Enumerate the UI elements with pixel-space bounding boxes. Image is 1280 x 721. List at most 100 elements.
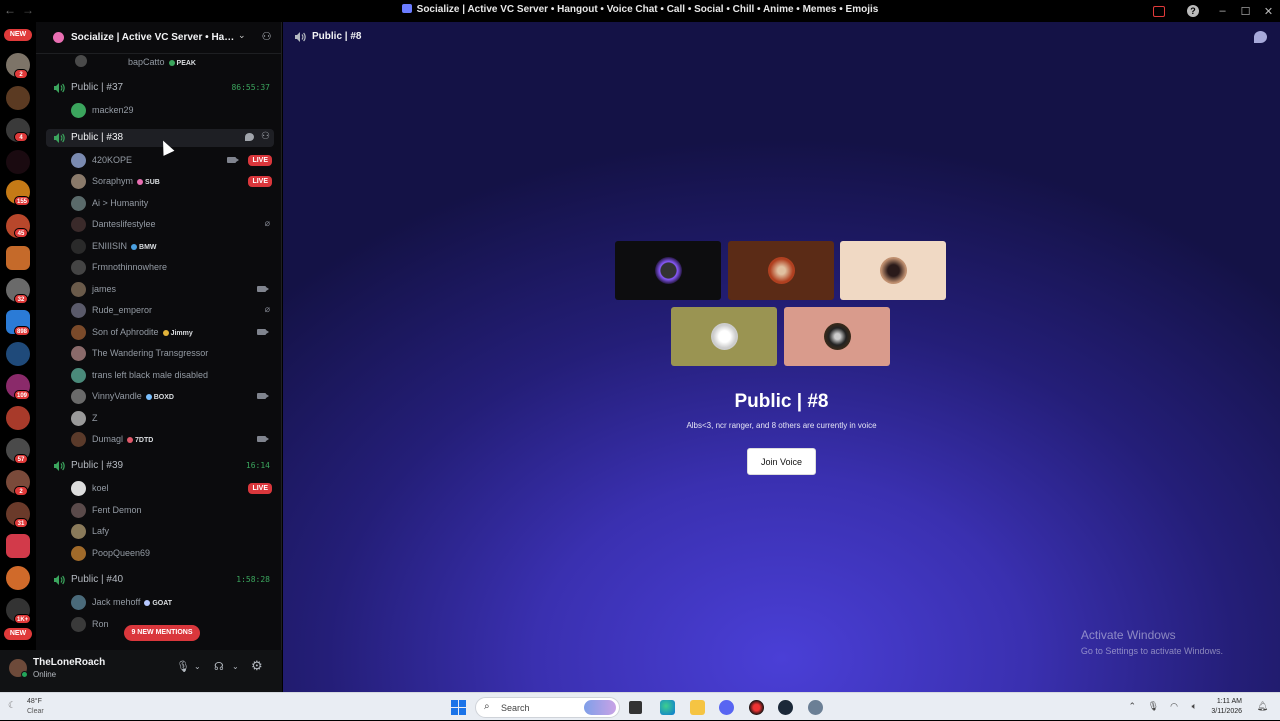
avatar [71,239,86,254]
minimize-button[interactable]: – [1211,5,1234,17]
chevron-down-icon[interactable]: ⌄ [194,662,201,671]
speaker-icon [54,83,65,93]
new-mentions-pill[interactable]: 9 NEW MENTIONS [124,625,200,641]
server-icon[interactable] [6,150,30,174]
avatar [71,282,86,297]
voice-channel[interactable]: Public | #39 16:14 [46,457,274,475]
server-icon[interactable] [6,246,30,270]
steam-icon[interactable] [778,700,793,715]
mention-badge: 109 [14,390,31,400]
avatar [71,503,86,518]
participant-tile[interactable] [615,241,721,300]
headphones-icon[interactable]: ☊ [214,660,224,673]
settings-app-icon[interactable] [808,700,823,715]
discord-icon[interactable] [719,700,734,715]
chevron-down-icon[interactable]: ⌄ [238,30,246,41]
voice-user[interactable]: james [66,280,274,298]
participant-tile[interactable] [671,307,777,366]
voice-user[interactable]: Soraphym SUB LIVE [66,172,274,190]
voice-user[interactable]: Jack mehoff GOAT [66,593,274,611]
avatar [71,217,86,232]
gear-icon[interactable]: ⚙ [251,658,263,674]
chevron-down-icon[interactable]: ⌄ [232,662,239,671]
wifi-icon[interactable]: ◠ [1170,701,1178,712]
edge-icon[interactable] [660,700,675,715]
maximize-button[interactable]: ☐ [1234,5,1257,18]
user-name: ENIIISIN BMW [92,241,157,251]
join-voice-button[interactable]: Join Voice [747,448,816,475]
server-icon[interactable] [6,534,30,558]
mention-badge: 1K+ [14,614,32,624]
add-member-icon[interactable]: ⚇ [260,31,273,44]
task-view-icon[interactable] [629,701,642,714]
server-icon[interactable] [6,86,30,110]
voice-user[interactable]: VinnyVandle BOXD [66,387,274,405]
volume-icon[interactable]: 🔈︎ [1192,701,1197,712]
mic-icon[interactable]: 🎙︎ [1148,701,1159,712]
voice-user[interactable]: Dumagl 7DTD [66,430,274,448]
chat-icon[interactable] [245,133,254,141]
windows-start-icon[interactable] [451,700,466,715]
inbox-icon[interactable] [1153,5,1165,17]
voice-user[interactable]: koel LIVE [66,479,274,497]
user-tag: BMW [131,244,157,251]
participant-tile[interactable] [784,307,890,366]
voice-user[interactable]: Frmnothinnowhere [66,258,274,276]
chat-icon[interactable] [1254,31,1267,43]
guild-header[interactable]: Socialize | Active VC Server • Han... ⌄ … [36,22,282,54]
discord-window: ← → Socialize | Active VC Server • Hango… [0,0,1280,692]
participant-tile[interactable] [840,241,946,300]
avatar [71,153,86,168]
voice-user[interactable]: bapCatto PEAK [66,53,274,71]
file-explorer-icon[interactable] [690,700,705,715]
notification-bell-icon[interactable]: 🔔︎ [1257,701,1268,712]
voice-channel[interactable]: Public | #37 86:55:37 [46,79,274,97]
user-name: Soraphym SUB [92,176,160,186]
clock-time[interactable]: 1:11 AM [1217,698,1242,705]
app-icon[interactable] [749,700,764,715]
voice-user[interactable]: PoopQueen69 [66,544,274,562]
server-icon[interactable] [6,406,30,430]
clock-date[interactable]: 3/11/2026 [1211,708,1242,715]
participant-tile[interactable] [728,241,834,300]
user-name: bapCatto PEAK [128,57,196,67]
mention-badge: 155 [14,196,31,206]
voice-user[interactable]: Rude_emperor ⌀ [66,301,274,319]
avatar [71,389,86,404]
close-button[interactable]: ✕ [1257,5,1280,18]
microphone-icon[interactable]: 🎙︎ [176,660,190,673]
voice-user[interactable]: Son of Aphrodite Jimmy [66,323,274,341]
title-bar: ← → Socialize | Active VC Server • Hango… [0,0,1280,22]
avatar [71,481,86,496]
participant-avatar [655,257,682,284]
voice-user[interactable]: Z [66,409,274,427]
voice-user[interactable]: ENIIISIN BMW [66,237,274,255]
channel-header: Public | #8 [283,22,1280,54]
temperature: 48°F [27,698,42,705]
moon-icon: ☾ [8,700,17,710]
voice-user[interactable]: The Wandering Transgressor [66,344,274,362]
voice-user[interactable]: Ai > Humanity [66,194,274,212]
user-name: Dumagl 7DTD [92,434,154,444]
help-icon[interactable]: ? [1187,5,1199,17]
guild-name: Socialize | Active VC Server • Han... [71,32,236,43]
window-controls: ? – ☐ ✕ [1143,0,1280,22]
invite-icon[interactable]: ⚇ [261,131,270,142]
server-icon[interactable] [6,342,30,366]
server-boost-icon [53,32,64,43]
taskbar-search[interactable]: ⌕ Search [475,697,620,718]
channel-timer: 16:14 [245,461,270,470]
participant-avatar [711,323,738,350]
user-tag: BOXD [145,394,174,401]
user-name: VinnyVandle BOXD [92,391,174,401]
voice-user[interactable]: Fent Demon [66,501,274,519]
voice-user[interactable]: trans left black male disabled [66,366,274,384]
voice-user[interactable]: 420KOPE LIVE [66,151,274,169]
server-icon[interactable] [6,566,30,590]
voice-user[interactable]: macken29 [66,101,274,119]
voice-channel[interactable]: Public | #40 1:58:28 [46,571,274,589]
voice-user[interactable]: Lafy [66,522,274,540]
chevron-up-icon[interactable]: ⌃ [1128,701,1136,712]
user-tag: Jimmy [162,330,193,337]
voice-user[interactable]: Danteslifestylee ⌀ [66,215,274,233]
